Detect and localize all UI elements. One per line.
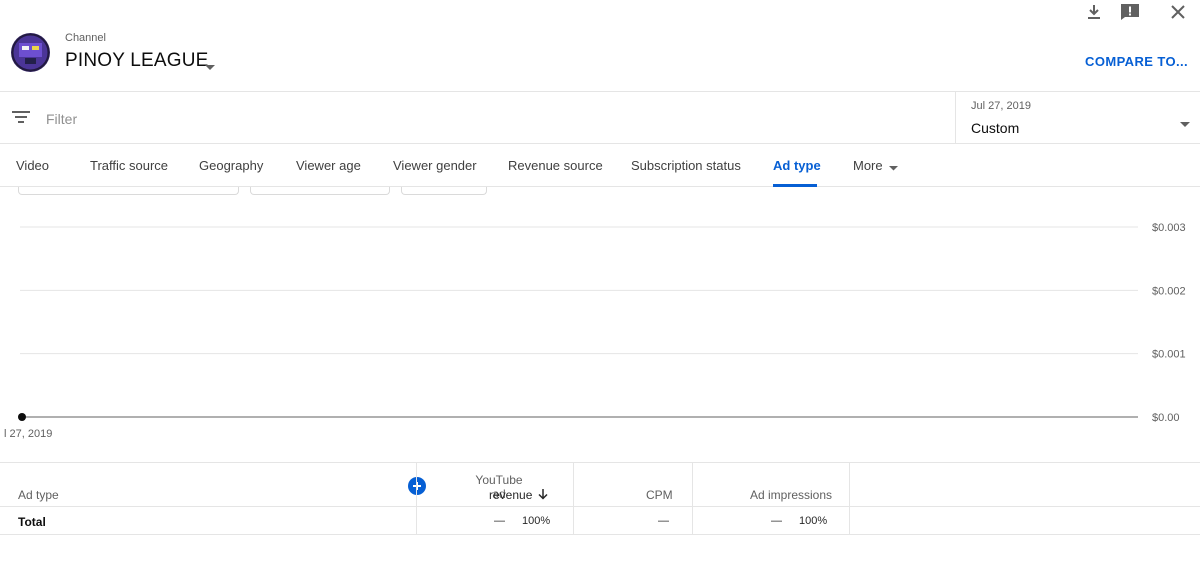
y-tick-label: $0.00 xyxy=(1152,412,1180,424)
add-metric-button[interactable] xyxy=(408,477,426,495)
total-impressions-value: — xyxy=(771,515,782,527)
date-preset: Custom xyxy=(971,120,1020,136)
metric-chip[interactable] xyxy=(18,187,239,195)
chart-svg: $0.003 $0.002 $0.001 $0.00 l 27, 2019 xyxy=(4,222,1186,440)
date-picker[interactable]: Jul 27, 2019 Custom xyxy=(955,92,1200,144)
total-label: Total xyxy=(18,515,46,529)
column-ad-impressions[interactable]: Ad impressions xyxy=(750,488,832,502)
table-row-total: Total — 100% — — 100% xyxy=(0,507,1200,535)
compare-button[interactable]: COMPARE TO... xyxy=(1085,54,1188,69)
tab-traffic-source[interactable]: Traffic source xyxy=(90,158,168,173)
tab-revenue-source[interactable]: Revenue source xyxy=(508,158,603,173)
tab-viewer-gender[interactable]: Viewer gender xyxy=(393,158,477,173)
channel-label: Channel xyxy=(65,32,106,44)
column-divider xyxy=(849,507,850,535)
column-cpm[interactable]: CPM xyxy=(646,488,673,502)
metric-chip[interactable] xyxy=(250,187,390,195)
filter-input[interactable] xyxy=(46,109,926,129)
filter-icon[interactable] xyxy=(12,110,30,129)
tab-more[interactable]: More xyxy=(853,158,898,174)
metric-chip[interactable] xyxy=(401,187,487,195)
header: Channel PINOY LEAGUE COMPARE TO... xyxy=(0,0,1200,92)
table-header: Ad type YouTube ad revenue CPM Ad impres… xyxy=(0,462,1200,508)
tab-geography[interactable]: Geography xyxy=(199,158,263,173)
chart-data-point[interactable] xyxy=(18,413,26,421)
column-divider xyxy=(416,463,417,508)
chevron-down-icon[interactable] xyxy=(205,58,215,70)
active-tab-indicator xyxy=(773,184,817,187)
column-ad-type[interactable]: Ad type xyxy=(18,488,59,502)
revenue-chart: $0.003 $0.002 $0.001 $0.00 l 27, 2019 xyxy=(0,196,1200,456)
x-tick-label: l 27, 2019 xyxy=(4,428,52,440)
column-revenue-line2: revenue xyxy=(489,488,533,502)
total-revenue-percent: 100% xyxy=(522,515,551,527)
column-revenue[interactable]: revenue xyxy=(489,488,548,503)
total-cpm-value: — xyxy=(658,515,669,527)
tab-more-label: More xyxy=(853,158,883,173)
column-divider xyxy=(416,507,417,535)
column-divider xyxy=(692,463,693,508)
tab-video[interactable]: Video xyxy=(16,158,49,173)
tab-subscription-status[interactable]: Subscription status xyxy=(631,158,741,173)
channel-name[interactable]: PINOY LEAGUE xyxy=(65,50,209,72)
column-divider xyxy=(849,463,850,508)
total-revenue-value: — xyxy=(494,515,505,527)
y-tick-label: $0.001 xyxy=(1152,349,1186,361)
column-divider xyxy=(573,507,574,535)
total-impressions-percent: 100% xyxy=(799,515,828,527)
arrow-down-icon xyxy=(538,488,548,503)
tab-ad-type[interactable]: Ad type xyxy=(773,158,821,173)
chevron-down-icon xyxy=(1180,115,1190,133)
chevron-down-icon xyxy=(888,159,898,174)
y-tick-label: $0.003 xyxy=(1152,222,1186,234)
column-divider xyxy=(692,507,693,535)
date-range: Jul 27, 2019 xyxy=(971,100,1031,112)
y-tick-label: $0.002 xyxy=(1152,285,1186,297)
tab-viewer-age[interactable]: Viewer age xyxy=(296,158,361,173)
plus-icon xyxy=(413,482,421,490)
dimension-tabs: Video Traffic source Geography Viewer ag… xyxy=(0,145,1200,187)
avatar[interactable] xyxy=(11,33,50,72)
column-divider xyxy=(573,463,574,508)
